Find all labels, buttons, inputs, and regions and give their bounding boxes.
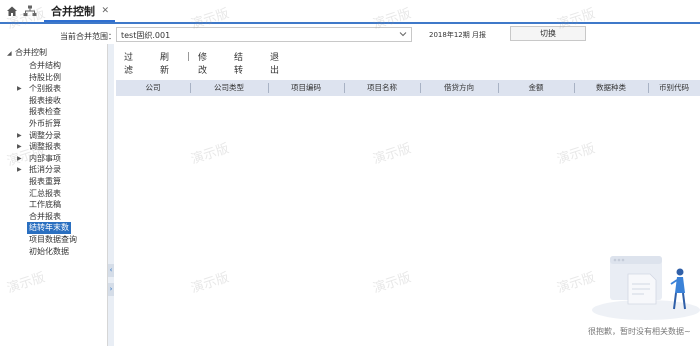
edit-button[interactable]: 修改 [198, 50, 207, 76]
exit-button[interactable]: 退出 [270, 50, 279, 76]
scope-label: 当前合并范围： [60, 32, 116, 41]
sidebar-item-label: 结转年末数 [29, 223, 69, 233]
org-tree-icon[interactable] [23, 5, 37, 17]
caret-right-icon[interactable]: ▶ [17, 164, 22, 176]
column-header[interactable]: 数据种类 [574, 80, 648, 96]
scope-value: test固织.001 [121, 31, 171, 40]
column-header[interactable]: 公司 [116, 80, 190, 96]
close-icon[interactable]: ✕ [101, 6, 109, 16]
sidebar-item[interactable]: 汇总报表 [29, 188, 61, 200]
caret-down-icon[interactable]: ◢ [7, 50, 15, 57]
watermark: 演示版 [555, 141, 597, 168]
sidebar-item[interactable]: 合并结构 [29, 60, 61, 72]
toolbar-divider [188, 52, 189, 61]
tab-label: 合并控制 [51, 5, 95, 18]
sidebar-item[interactable]: ▶ 调整分录 [17, 130, 61, 142]
sidebar-item[interactable]: 工作底稿 [29, 199, 61, 211]
empty-state-message: 很抱歉，暂时没有相关数据~ [588, 327, 691, 336]
sidebar-item[interactable]: ▶ 个别报表 [17, 83, 61, 95]
filter-button[interactable]: 过滤 [124, 50, 133, 76]
sidebar-item-label: 外币折算 [29, 119, 61, 128]
column-header[interactable]: 金额 [498, 80, 574, 96]
sidebar-collapse-bar: ‹ › [108, 44, 114, 346]
sidebar-item-label: 初始化数据 [29, 246, 69, 256]
refresh-button[interactable]: 刷新 [160, 50, 169, 76]
carry-forward-button[interactable]: 结转 [234, 50, 243, 76]
sidebar-item[interactable]: ▶ 调整报表 [17, 141, 61, 153]
period-text: 2018年12期 月报 [429, 31, 486, 39]
sidebar-item-label: 内部事项 [29, 153, 61, 163]
sidebar-item-label: 工作底稿 [29, 200, 61, 210]
sidebar-item[interactable]: 初始化数据 [29, 246, 69, 258]
switch-button[interactable]: 切换 [510, 26, 586, 41]
column-header[interactable]: 币别代码 [648, 80, 700, 96]
sidebar-item-label: 合并报表 [29, 211, 61, 221]
watermark: 演示版 [189, 141, 231, 168]
sidebar-item-label: 报表重算 [29, 177, 61, 186]
sidebar-item[interactable]: 结转年末数 [27, 222, 71, 235]
watermark: 演示版 [371, 270, 413, 297]
sidebar-item-label: 调整报表 [29, 142, 61, 152]
sidebar-item[interactable]: 外币折算 [29, 118, 61, 130]
sidebar-item-label: 个别报表 [29, 84, 61, 94]
tree-root[interactable]: ◢ 合并控制 [7, 47, 47, 58]
sidebar-item[interactable]: 报表重算 [29, 176, 61, 188]
empty-state-illustration [592, 256, 700, 320]
scope-select[interactable]: test固织.001 [116, 27, 412, 42]
sidebar-item-label: 汇总报表 [29, 188, 61, 198]
caret-right-icon[interactable]: ▶ [17, 83, 22, 95]
sidebar-item[interactable]: 合并报表 [29, 211, 61, 223]
sidebar-item-label: 抵消分录 [29, 165, 61, 175]
sidebar-item-label: 报表接收 [29, 95, 61, 105]
top-bar: 合并控制 ✕ [0, 0, 700, 24]
watermark: 演示版 [371, 141, 413, 168]
chevron-down-icon [399, 32, 407, 37]
sidebar-item[interactable]: 项目数据查询 [29, 234, 77, 246]
sidebar-item-label: 调整分录 [29, 130, 61, 140]
home-icon[interactable] [6, 5, 18, 17]
watermark: 演示版 [189, 270, 231, 297]
column-header[interactable]: 项目名称 [344, 80, 420, 96]
expand-right-icon[interactable]: › [108, 283, 114, 296]
sidebar-item-label: 持股比例 [29, 72, 61, 82]
caret-right-icon[interactable]: ▶ [17, 130, 22, 142]
caret-right-icon[interactable]: ▶ [17, 141, 22, 153]
sidebar-item[interactable]: 报表接收 [29, 95, 61, 107]
collapse-left-icon[interactable]: ‹ [108, 264, 114, 277]
tab-consolidation-control[interactable]: 合并控制 ✕ [44, 0, 115, 22]
sidebar-item[interactable]: ▶ 抵消分录 [17, 164, 61, 176]
sidebar-item[interactable]: 报表检查 [29, 106, 61, 118]
column-header[interactable]: 项目编码 [268, 80, 344, 96]
sidebar-item-label: 报表检查 [29, 107, 61, 117]
tree-root-label: 合并控制 [15, 48, 47, 57]
caret-right-icon[interactable]: ▶ [17, 153, 22, 165]
column-header[interactable]: 借贷方向 [420, 80, 498, 96]
sidebar-item-label: 项目数据查询 [29, 235, 77, 244]
sidebar-item-label: 合并结构 [29, 61, 61, 70]
column-header[interactable]: 公司类型 [190, 80, 268, 96]
sidebar-item[interactable]: 持股比例 [29, 72, 61, 84]
sidebar-tree: ◢ 合并控制 合并结构持股比例 ▶ 个别报表 报表接收报表检查外币折算 ▶ 调整分录 ▶ 调整报… [0, 44, 108, 346]
sidebar-item[interactable]: ▶ 内部事项 [17, 153, 61, 165]
table-header: 公司 公司类型 项目编码 项目名称 借贷方向 金额 数据种类 币别代码 [116, 80, 700, 96]
